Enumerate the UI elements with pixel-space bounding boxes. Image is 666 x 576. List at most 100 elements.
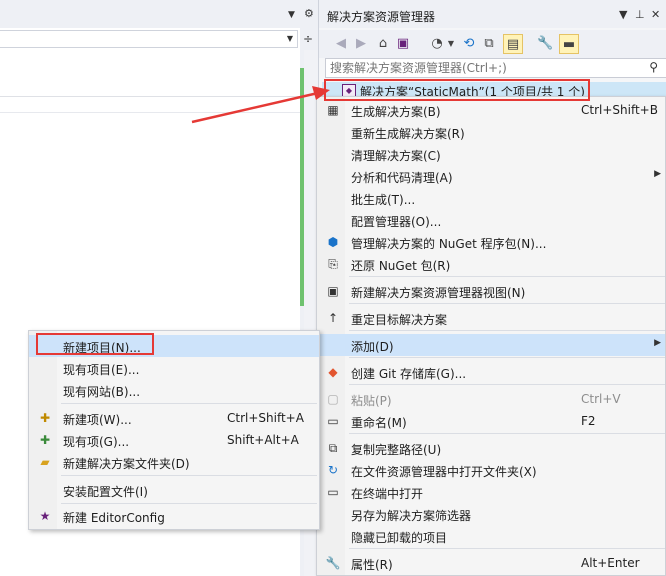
- search-input[interactable]: [326, 59, 634, 77]
- menu-item-new-view[interactable]: ▣ 新建解决方案资源管理器视图(N): [317, 280, 665, 302]
- menu-item-restore-nuget[interactable]: ⎘ 还原 NuGet 包(R): [317, 253, 665, 275]
- home-icon[interactable]: ⌂: [375, 34, 391, 54]
- menu-item-create-git[interactable]: ◆ 创建 Git 存储库(G)...: [317, 361, 665, 383]
- editor-line-divider: [0, 112, 300, 113]
- menu-item-copy-path[interactable]: ⧉ 复制完整路径(U): [317, 437, 665, 459]
- menu-item-label: 批生成(T)...: [351, 193, 416, 207]
- chevron-down-icon[interactable]: ▼: [443, 34, 459, 54]
- menu-item-manage-nuget[interactable]: ⬢ 管理解决方案的 NuGet 程序包(N)...: [317, 231, 665, 253]
- menu-item-label: 还原 NuGet 包(R): [351, 259, 451, 273]
- menu-item-label: 隐藏已卸载的项目: [351, 531, 448, 545]
- menu-item-retarget[interactable]: ↑ 重定目标解决方案: [317, 307, 665, 329]
- menu-item-label: 在文件资源管理器中打开文件夹(X): [351, 465, 537, 479]
- menu-item-new-solution-folder[interactable]: ▰ 新建解决方案文件夹(D): [29, 451, 319, 473]
- menu-item-add[interactable]: 添加(D) ▶: [317, 334, 665, 356]
- show-all-files-icon[interactable]: ▤: [503, 34, 523, 54]
- solution-explorer-toolbar: ◀ ▶ ⌂ ▣ ◔ ▼ ⟲ ⧉ ▤ 🔧 ▬: [319, 30, 666, 58]
- menu-item-hide-unloaded[interactable]: 隐藏已卸载的项目: [317, 525, 665, 547]
- menu-item-shortcut: Alt+Enter: [581, 556, 640, 570]
- menu-separator: [349, 357, 665, 358]
- menu-item-shortcut: Ctrl+Shift+B: [581, 103, 658, 117]
- menu-item-label: 在终端中打开: [351, 487, 424, 501]
- menu-item-analyze[interactable]: 分析和代码清理(A) ▶: [317, 165, 665, 187]
- open-folder-icon: ↻: [327, 463, 339, 477]
- menu-item-existing-website[interactable]: 现有网站(B)...: [29, 379, 319, 401]
- add-submenu: 新建项目(N)... 现有项目(E)... 现有网站(B)... ✚ 新建项(W…: [28, 330, 320, 530]
- menu-item-build[interactable]: ▦ 生成解决方案(B) Ctrl+Shift+B: [317, 99, 665, 121]
- menu-item-label: 粘贴(P): [351, 394, 392, 408]
- menu-item-label: 生成解决方案(B): [351, 105, 441, 119]
- menu-separator: [349, 433, 665, 434]
- collapse-all-icon[interactable]: ⧉: [481, 34, 497, 54]
- menu-item-existing-project[interactable]: 现有项目(E)...: [29, 357, 319, 379]
- change-indicator-bar: [300, 68, 304, 306]
- menu-item-label: 分析和代码清理(A): [351, 171, 453, 185]
- menu-item-open-terminal[interactable]: ▭ 在终端中打开: [317, 481, 665, 503]
- menu-item-label: 复制完整路径(U): [351, 443, 442, 457]
- menu-item-label: 新建项(W)...: [63, 413, 132, 427]
- menu-separator: [61, 475, 317, 476]
- tab-dropdown-icon[interactable]: ▼: [288, 10, 295, 20]
- menu-item-label: 属性(R): [351, 558, 393, 572]
- wrench-icon: 🔧: [325, 556, 341, 570]
- menu-item-new-editorconfig[interactable]: ★ 新建 EditorConfig: [29, 505, 319, 527]
- menu-item-save-filter[interactable]: 另存为解决方案筛选器: [317, 503, 665, 525]
- chevron-down-icon: ▼: [286, 34, 294, 43]
- editorconfig-icon: ★: [39, 509, 51, 523]
- menu-item-rename[interactable]: ▭ 重命名(M) F2: [317, 410, 665, 432]
- submenu-arrow-icon: ▶: [654, 338, 661, 348]
- menu-item-label: 新建 EditorConfig: [63, 511, 165, 525]
- menu-item-install-config[interactable]: 安装配置文件(I): [29, 479, 319, 501]
- gear-icon[interactable]: ⚙: [304, 7, 314, 20]
- close-icon[interactable]: ✕: [651, 8, 660, 21]
- menu-item-existing-item[interactable]: ✚ 现有项(G)... Shift+Alt+A: [29, 429, 319, 451]
- menu-item-open-folder[interactable]: ↻ 在文件资源管理器中打开文件夹(X): [317, 459, 665, 481]
- editor-line-divider: [0, 96, 300, 97]
- wrench-icon[interactable]: 🔧: [537, 34, 553, 54]
- menu-item-label: 创建 Git 存储库(G)...: [351, 367, 467, 381]
- menu-item-config-manager[interactable]: 配置管理器(O)...: [317, 209, 665, 231]
- menu-item-label: 现有项目(E)...: [63, 363, 140, 377]
- menu-separator: [349, 384, 665, 385]
- editor-tab-strip: ▼ ⚙: [0, 0, 318, 28]
- forward-icon[interactable]: ▶: [353, 34, 369, 54]
- window-position-icon[interactable]: ▼: [619, 8, 627, 21]
- menu-item-label: 重命名(M): [351, 416, 407, 430]
- split-editor-icon[interactable]: ÷: [300, 30, 316, 48]
- sync-icon[interactable]: ⟲: [461, 34, 477, 54]
- solution-explorer-titlebar: 解决方案资源管理器 ▼ ⊥ ✕: [319, 0, 666, 28]
- preview-icon[interactable]: ▬: [559, 34, 579, 54]
- menu-separator: [61, 403, 317, 404]
- new-item-icon: ✚: [39, 411, 51, 425]
- menu-item-label: 新建解决方案资源管理器视图(N): [351, 286, 526, 300]
- pin-icon[interactable]: ⊥: [635, 8, 645, 21]
- terminal-icon: ▭: [327, 485, 339, 499]
- menu-item-batch-build[interactable]: 批生成(T)...: [317, 187, 665, 209]
- menu-item-clean[interactable]: 清理解决方案(C): [317, 143, 665, 165]
- menu-item-new-item[interactable]: ✚ 新建项(W)... Ctrl+Shift+A: [29, 407, 319, 429]
- switch-views-icon[interactable]: ▣: [395, 34, 411, 54]
- menu-item-paste: ▢ 粘贴(P) Ctrl+V: [317, 388, 665, 410]
- restore-icon: ⎘: [328, 257, 338, 271]
- menu-item-properties[interactable]: 🔧 属性(R) Alt+Enter: [317, 552, 665, 574]
- new-view-icon: ▣: [327, 284, 339, 298]
- nuget-icon: ⬢: [327, 235, 339, 249]
- menu-item-label: 现有网站(B)...: [63, 385, 141, 399]
- annotation-box-new-project: [36, 333, 154, 355]
- search-icon[interactable]: ⚲: [649, 60, 658, 74]
- panel-title: 解决方案资源管理器: [327, 10, 436, 24]
- menu-item-rebuild[interactable]: 重新生成解决方案(R): [317, 121, 665, 143]
- menu-item-label: 重定目标解决方案: [351, 313, 448, 327]
- member-dropdown[interactable]: ▼: [0, 30, 298, 48]
- rename-icon: ▭: [327, 414, 339, 428]
- solution-context-menu: ▦ 生成解决方案(B) Ctrl+Shift+B 重新生成解决方案(R) 清理解…: [316, 96, 666, 576]
- menu-item-label: 新建解决方案文件夹(D): [63, 457, 190, 471]
- back-icon[interactable]: ◀: [333, 34, 349, 54]
- search-box[interactable]: ⚲: [325, 58, 666, 78]
- menu-item-label: 管理解决方案的 NuGet 程序包(N)...: [351, 237, 547, 251]
- menu-separator: [61, 503, 317, 504]
- menu-separator: [349, 303, 665, 304]
- menu-item-label: 配置管理器(O)...: [351, 215, 442, 229]
- menu-separator: [349, 330, 665, 331]
- menu-item-shortcut: F2: [581, 414, 596, 428]
